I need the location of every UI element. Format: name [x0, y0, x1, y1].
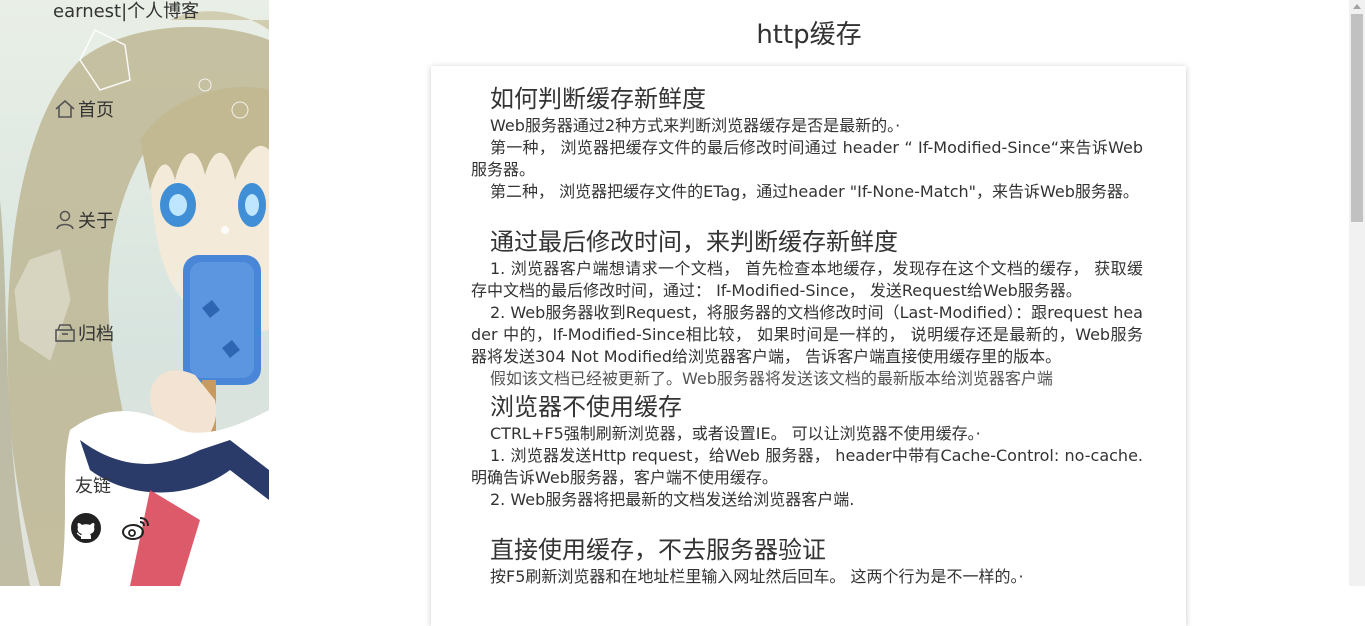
section-heading: 直接使用缓存，不去服务器验证: [490, 536, 826, 564]
scroll-up-arrow-icon[interactable]: [1353, 4, 1361, 9]
nav-item-about[interactable]: 关于: [54, 207, 114, 233]
section-heading: 通过最后修改时间，来判断缓存新鲜度: [490, 228, 898, 256]
paragraph: 第一种， 浏览器把缓存文件的最后修改时间通过 header “ If-Modif…: [471, 138, 1143, 179]
sidebar-background-illustration: [0, 11, 269, 586]
paragraph: 2. Web服务器收到Request，将服务器的文档修改时间（Last-Modi…: [471, 303, 1143, 366]
home-icon: [54, 98, 76, 120]
nav-item-label: 首页: [78, 100, 114, 121]
sidebar: earnest|个人博客 首页 关于 归档 友链: [0, 0, 269, 586]
page-scrollbar[interactable]: [1349, 0, 1365, 586]
scrollbar-thumb[interactable]: [1351, 14, 1363, 222]
section-heading: 如何判断缓存新鲜度: [490, 85, 706, 113]
page-title: http缓存: [756, 20, 862, 50]
nav-item-label: 关于: [78, 211, 114, 232]
archive-icon: [54, 322, 76, 344]
article-card: 如何判断缓存新鲜度 Web服务器通过2种方式来判断浏览器缓存是否是最新的。· 第…: [431, 66, 1186, 626]
paragraph: 第二种， 浏览器把缓存文件的ETag，通过header "If-None-Mat…: [490, 182, 1139, 201]
github-icon[interactable]: [70, 512, 102, 544]
nav-item-archive[interactable]: 归档: [54, 320, 114, 346]
paragraph: 1. 浏览器发送Http request，给Web 服务器， header中带有…: [471, 446, 1143, 487]
paragraph: 按F5刷新浏览器和在地址栏里输入网址然后回车。 这两个行为是不一样的。·: [490, 567, 1024, 586]
paragraph: Web服务器通过2种方式来判断浏览器缓存是否是最新的。·: [490, 116, 901, 135]
section-heading: 浏览器不使用缓存: [490, 393, 682, 421]
user-icon: [54, 209, 76, 231]
nav-item-home[interactable]: 首页: [54, 96, 114, 122]
paragraph: CTRL+F5强制刷新浏览器，或者设置IE。 可以让浏览器不使用缓存。·: [490, 424, 981, 443]
nav-item-label: 归档: [78, 324, 114, 345]
friends-label: 友链: [75, 476, 111, 497]
weibo-icon[interactable]: [120, 512, 152, 544]
paragraph: 1. 浏览器客户端想请求一个文档， 首先检查本地缓存，发现存在这个文档的缓存， …: [471, 259, 1143, 300]
site-title[interactable]: earnest|个人博客: [53, 0, 199, 24]
paragraph: 假如该文档已经被更新了。Web服务器将发送该文档的最新版本给浏览器客户端: [490, 369, 1053, 388]
paragraph: 2. Web服务器将把最新的文档发送给浏览器客户端.: [490, 490, 855, 509]
